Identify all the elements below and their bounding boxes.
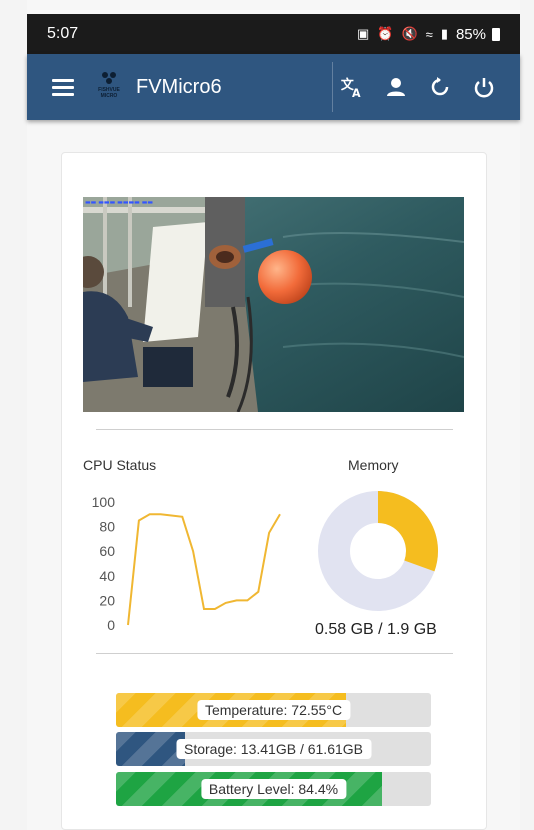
logo-text: FISHVUE MICRO (98, 87, 120, 99)
storage-fill (116, 732, 185, 766)
cpu-line-chart: 0 20 40 60 80 100 (92, 494, 281, 633)
battery-icon (492, 27, 500, 41)
temperature-bar: Temperature: 72.55°C (116, 693, 431, 727)
user-icon[interactable] (384, 75, 408, 99)
section-divider (96, 429, 453, 430)
cpu-y-tick-label: 40 (99, 568, 115, 584)
status-bar: 5:07 ▣ ⏰ 🔇 ≈ ▮ 85% (27, 14, 520, 54)
cpu-series-line (127, 513, 281, 626)
power-icon[interactable] (472, 75, 496, 99)
wifi-icon: ≈ (425, 26, 435, 42)
nfc-icon: ▣ (357, 26, 372, 41)
app-title: FVMicro6 (136, 75, 222, 98)
camera-feed: ▬▬ ▬▬▬ ▬▬▬▬ ▬▬ (83, 197, 464, 412)
storage-bar: Storage: 13.41GB / 61.61GB (116, 732, 431, 766)
cpu-y-tick-label: 20 (99, 592, 115, 608)
svg-text:▬▬ ▬▬▬ ▬▬▬▬ ▬▬: ▬▬ ▬▬▬ ▬▬▬▬ ▬▬ (85, 199, 153, 206)
refresh-icon[interactable] (428, 75, 452, 99)
svg-text:A: A (352, 87, 361, 100)
storage-label: Storage: 13.41GB / 61.61GB (175, 739, 372, 759)
cpu-y-tick-label: 0 (107, 617, 115, 633)
app-bar: FISHVUE MICRO FVMicro6 文A (27, 54, 520, 120)
section-divider (96, 653, 453, 654)
mute-icon: 🔇 (401, 26, 420, 41)
fishvue-logo: FISHVUE MICRO (94, 70, 124, 104)
battery-percent: 85% (455, 25, 486, 43)
cpu-y-tick-label: 100 (92, 494, 116, 510)
battery-label: Battery Level: 84.4% (200, 779, 347, 799)
status-time: 5:07 (47, 25, 79, 42)
status-icons: ▣ ⏰ 🔇 ≈ ▮ 85% (357, 26, 500, 43)
cpu-status-title: CPU Status (83, 457, 157, 473)
memory-title: Memory (348, 457, 399, 473)
cpu-y-tick-label: 60 (99, 543, 115, 559)
toolbar-divider (332, 62, 333, 112)
translate-icon[interactable]: 文A (340, 75, 364, 100)
signal-icon: ▮ (440, 26, 450, 41)
menu-icon[interactable] (52, 78, 74, 96)
toolbar-actions: 文A (340, 54, 496, 120)
battery-bar: Battery Level: 84.4% (116, 772, 431, 806)
temperature-label: Temperature: 72.55°C (196, 700, 351, 720)
memory-donut-chart (318, 491, 438, 611)
memory-used-segment (377, 491, 438, 572)
cpu-y-tick-label: 80 (99, 519, 115, 535)
alarm-icon: ⏰ (377, 26, 396, 41)
memory-usage-text: 0.58 GB / 1.9 GB (315, 621, 437, 638)
